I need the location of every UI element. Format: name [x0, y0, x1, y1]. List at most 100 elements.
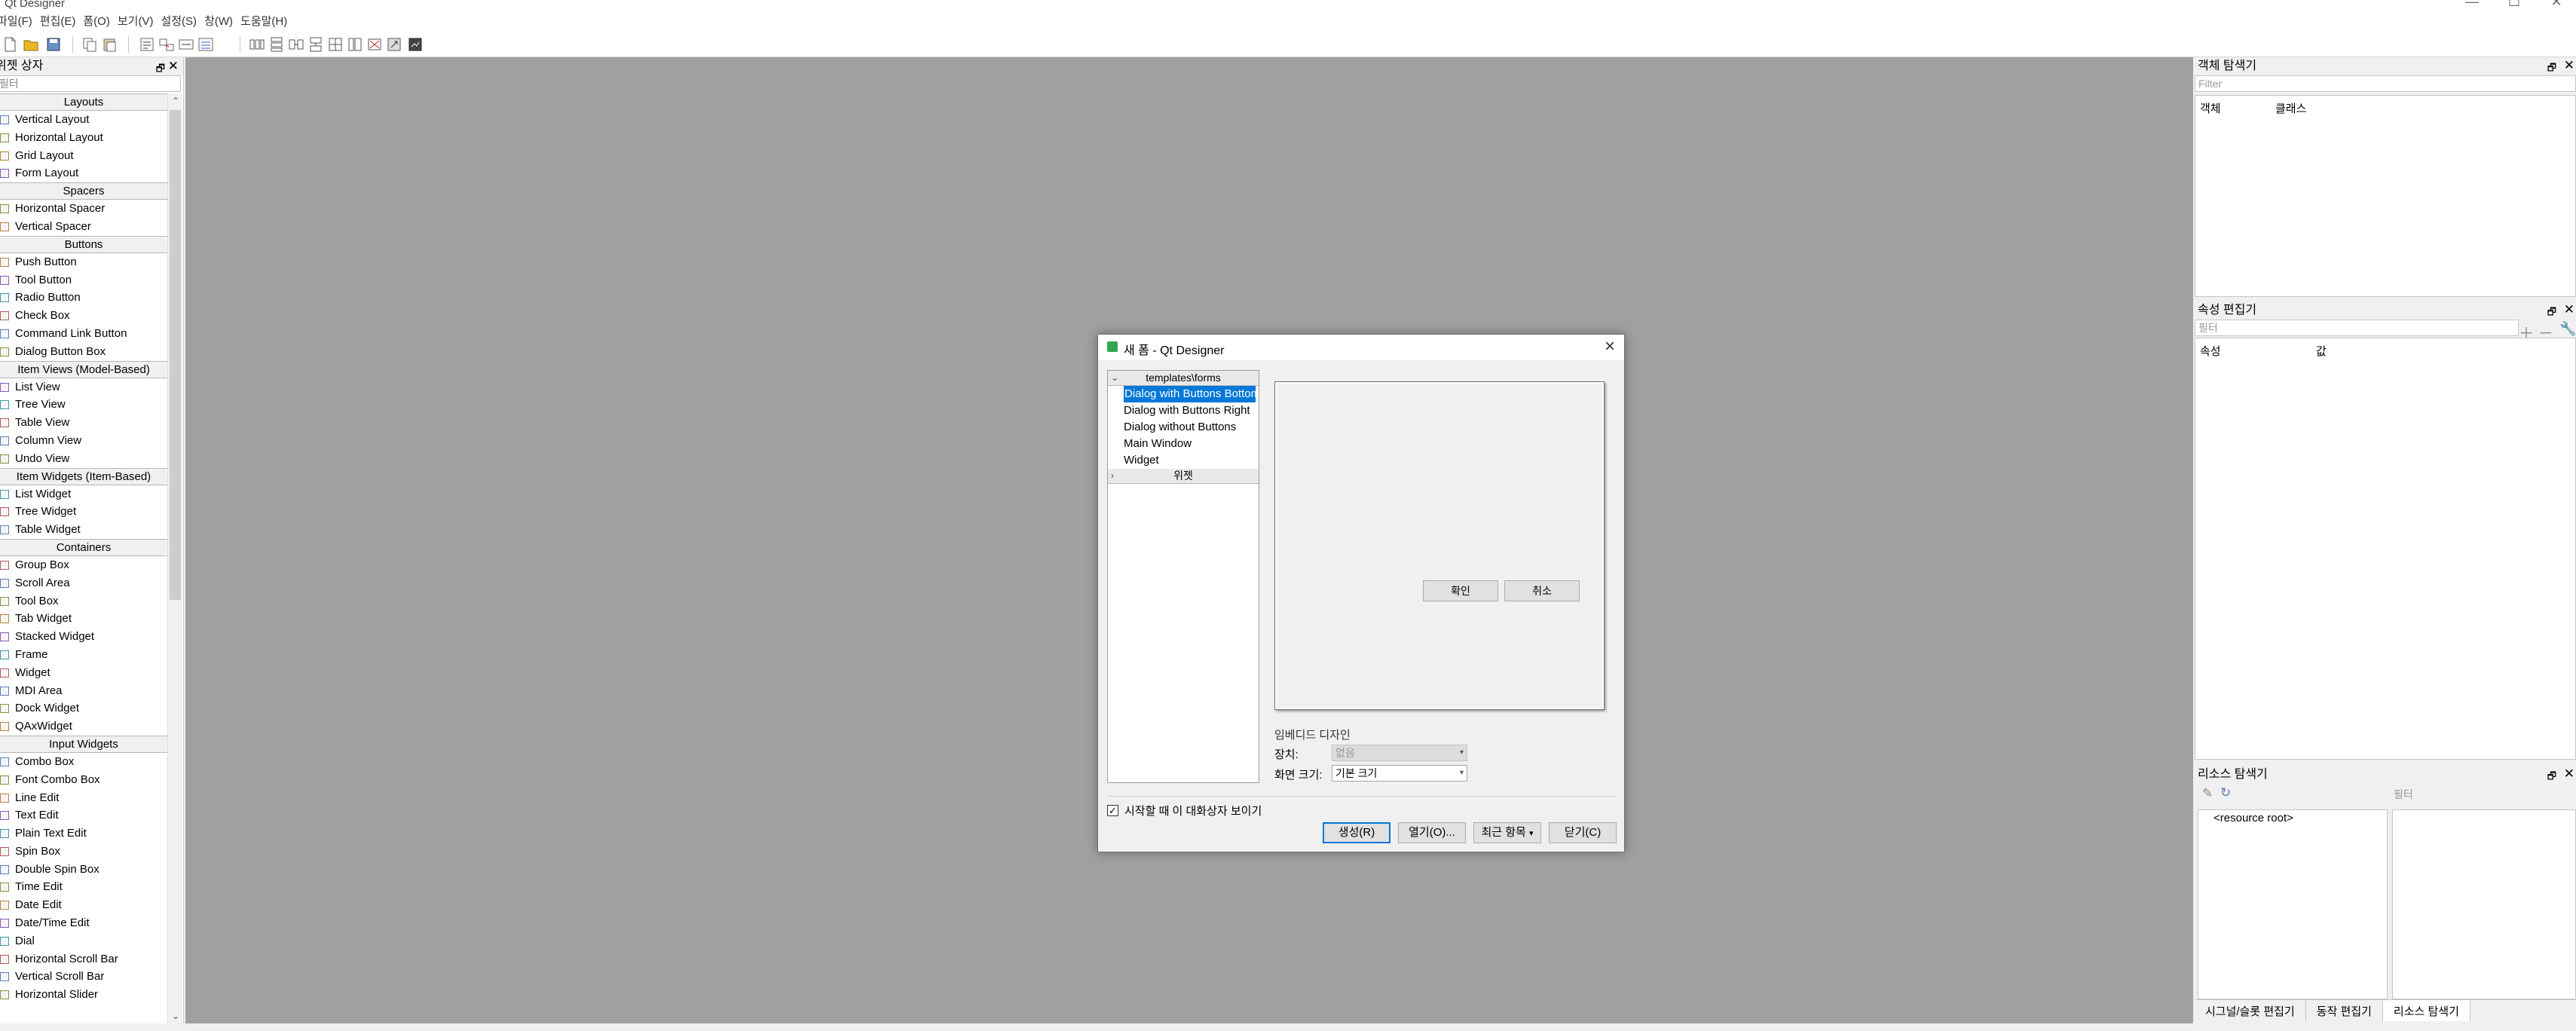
- close-dock-icon[interactable]: ✕: [2564, 301, 2574, 319]
- maximize-button[interactable]: ☐: [2492, 0, 2537, 11]
- tab-action-editor[interactable]: 동작 편집기: [2306, 1000, 2383, 1021]
- widget-item[interactable]: Time Edit: [0, 878, 167, 896]
- widget-category-header[interactable]: Item Views (Model-Based): [0, 360, 167, 378]
- edit-resources-icon[interactable]: ✎: [2202, 786, 2213, 801]
- layout-horizontal-icon[interactable]: [249, 36, 265, 53]
- widget-item[interactable]: Vertical Layout: [0, 111, 167, 129]
- show-on-startup-checkbox[interactable]: ✓ 시작할 때 이 대화상자 보이기: [1107, 803, 1262, 818]
- widget-item[interactable]: Table Widget: [0, 521, 167, 539]
- menu-edit[interactable]: 편집(E): [40, 13, 84, 29]
- widget-item[interactable]: Table View: [0, 414, 167, 432]
- widget-category-header[interactable]: Layouts: [0, 93, 167, 111]
- widget-item[interactable]: Stacked Widget: [0, 628, 167, 646]
- template-item[interactable]: Widget: [1108, 452, 1259, 469]
- widget-item[interactable]: List View: [0, 378, 167, 396]
- configure-icon[interactable]: 🔧: [2559, 321, 2576, 337]
- scroll-up-icon[interactable]: ⌃: [168, 93, 183, 109]
- class-column-header[interactable]: 클래스: [2275, 100, 2306, 116]
- reload-icon[interactable]: ↻: [2220, 785, 2231, 800]
- property-filter-input[interactable]: 필터: [2195, 320, 2519, 336]
- object-filter-input[interactable]: Filter: [2195, 75, 2576, 92]
- widget-item[interactable]: Push Button: [0, 253, 167, 271]
- property-table[interactable]: 속성 값: [2195, 338, 2576, 760]
- scroll-thumb[interactable]: [170, 110, 181, 600]
- widget-item[interactable]: MDI Area: [0, 682, 167, 700]
- widget-item[interactable]: Vertical Scroll Bar: [0, 968, 167, 986]
- widget-item[interactable]: Horizontal Layout: [0, 129, 167, 147]
- widget-item[interactable]: Tab Widget: [0, 610, 167, 628]
- menu-file[interactable]: 파일(F): [0, 13, 40, 29]
- open-folder-icon[interactable]: [23, 36, 39, 53]
- dialog-close-icon[interactable]: ×: [1605, 336, 1615, 357]
- edit-tab-order-icon[interactable]: [197, 36, 214, 53]
- widget-item[interactable]: Dock Widget: [0, 699, 167, 717]
- widget-item[interactable]: Vertical Spacer: [0, 218, 167, 236]
- widget-item[interactable]: Date/Time Edit: [0, 914, 167, 932]
- edit-signals-icon[interactable]: [158, 36, 175, 53]
- widget-item[interactable]: Grid Layout: [0, 147, 167, 165]
- widget-item[interactable]: Horizontal Slider: [0, 986, 167, 1004]
- menu-window[interactable]: 창(W): [204, 13, 240, 29]
- template-item[interactable]: Main Window: [1108, 436, 1259, 452]
- menu-view[interactable]: 보기(V): [118, 13, 161, 29]
- widget-item[interactable]: Check Box: [0, 307, 167, 325]
- widget-category-header[interactable]: Spacers: [0, 182, 167, 200]
- close-window-button[interactable]: ✕: [2534, 0, 2576, 11]
- tab-signal-slot-editor[interactable]: 시그널/슬롯 편집기: [2195, 1000, 2306, 1021]
- widget-item[interactable]: Horizontal Spacer: [0, 200, 167, 218]
- paste-icon[interactable]: [101, 36, 118, 53]
- edit-buddies-icon[interactable]: [178, 36, 194, 53]
- float-dock-icon[interactable]: 🗗: [2547, 59, 2556, 77]
- menu-form[interactable]: 폼(O): [83, 13, 117, 29]
- widget-item[interactable]: Frame: [0, 646, 167, 664]
- widget-item[interactable]: Dial: [0, 932, 167, 950]
- widget-item[interactable]: Radio Button: [0, 289, 167, 307]
- chevron-down-icon[interactable]: ⌄: [1111, 371, 1118, 385]
- widget-list-scrollbar[interactable]: ⌃ ⌄: [167, 93, 182, 1023]
- widget-item[interactable]: Combo Box: [0, 753, 167, 771]
- widget-item[interactable]: Command Link Button: [0, 325, 167, 343]
- open-button[interactable]: 열기(O)...: [1398, 822, 1466, 843]
- widget-item[interactable]: Plain Text Edit: [0, 824, 167, 843]
- close-dock-icon[interactable]: ✕: [2564, 765, 2574, 783]
- layout-splitter-horizontal-icon[interactable]: [288, 36, 304, 53]
- widget-filter-input[interactable]: 필터: [0, 75, 181, 92]
- widget-item[interactable]: Text Edit: [0, 806, 167, 824]
- widget-item[interactable]: Line Edit: [0, 789, 167, 807]
- object-tree[interactable]: 객체 클래스: [2195, 95, 2576, 297]
- widget-item[interactable]: Column View: [0, 432, 167, 450]
- widget-item[interactable]: List Widget: [0, 485, 167, 503]
- widget-item[interactable]: Double Spin Box: [0, 861, 167, 879]
- new-file-icon[interactable]: [2, 36, 18, 53]
- minimize-button[interactable]: —: [2449, 0, 2495, 11]
- widget-item[interactable]: Tool Button: [0, 271, 167, 289]
- layout-form-icon[interactable]: [347, 36, 363, 53]
- widget-item[interactable]: Tree View: [0, 396, 167, 414]
- template-item[interactable]: Dialog without Buttons: [1108, 419, 1259, 436]
- widget-category-header[interactable]: Containers: [0, 538, 167, 556]
- widget-item[interactable]: Tool Box: [0, 592, 167, 610]
- layout-splitter-vertical-icon[interactable]: [307, 36, 324, 53]
- template-group-forms[interactable]: ⌄ templates\forms: [1108, 371, 1259, 386]
- close-dialog-button[interactable]: 닫기(C): [1549, 822, 1617, 843]
- resource-tree[interactable]: <resource root>: [2198, 809, 2388, 999]
- menu-settings[interactable]: 설정(S): [161, 13, 204, 29]
- widget-item[interactable]: Undo View: [0, 450, 167, 468]
- layout-vertical-icon[interactable]: [268, 36, 285, 53]
- widget-item[interactable]: Tree Widget: [0, 503, 167, 521]
- widget-item[interactable]: Widget: [0, 664, 167, 682]
- widget-item[interactable]: Form Layout: [0, 164, 167, 182]
- widget-category-header[interactable]: Input Widgets: [0, 735, 167, 753]
- widget-item[interactable]: Spin Box: [0, 843, 167, 861]
- template-group-widgets[interactable]: › 위젯: [1108, 469, 1259, 484]
- property-column-header[interactable]: 속성: [2200, 343, 2221, 359]
- resource-filter-input[interactable]: 필터: [2391, 787, 2576, 803]
- value-column-header[interactable]: 값: [2316, 343, 2327, 359]
- resource-root-item[interactable]: <resource root>: [2213, 812, 2293, 824]
- widget-item[interactable]: Group Box: [0, 556, 167, 574]
- save-icon[interactable]: [45, 36, 62, 53]
- float-dock-icon[interactable]: 🗗: [156, 60, 165, 78]
- create-button[interactable]: 생성(R): [1323, 822, 1390, 843]
- resource-list[interactable]: [2392, 809, 2576, 999]
- preview-icon[interactable]: [407, 36, 424, 53]
